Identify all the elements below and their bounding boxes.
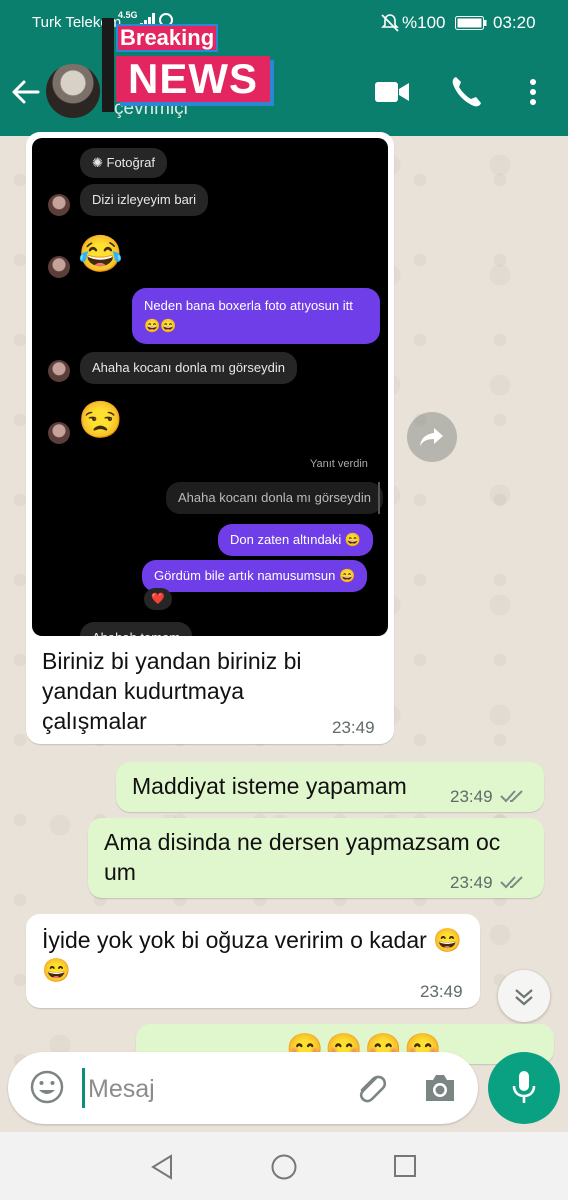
chat-bubble-out: Neden bana boxerla foto atıyosun itt 😄😄 — [132, 288, 380, 344]
microphone-icon — [512, 1071, 536, 1103]
avatar — [48, 256, 70, 278]
message-input[interactable] — [86, 1070, 350, 1108]
contact-avatar[interactable] — [46, 64, 100, 118]
back-arrow-icon[interactable] — [10, 78, 40, 106]
photo-label: Fotoğraf — [106, 155, 155, 170]
more-options-icon[interactable] — [524, 76, 542, 108]
photo-icon: ✺ — [92, 155, 107, 170]
message-time: 23:49 — [450, 787, 493, 806]
emoji-laughing: 😂 — [78, 233, 123, 274]
battery-icon — [455, 16, 487, 30]
status-bar: Turk Telekom 4.5G %100 03:20 — [0, 0, 568, 48]
video-call-icon[interactable] — [374, 78, 410, 106]
chat-bubble-out: Gördüm bile artık namusumsun 😄 — [142, 560, 368, 592]
avatar — [48, 422, 70, 444]
message-time: 23:49 — [450, 873, 493, 892]
status-clock: 03:20 — [493, 13, 536, 32]
heart-reaction: ❤️ — [144, 588, 172, 610]
chat-bubble-in: Ahaha kocanı donla mı görseydin — [80, 352, 297, 384]
chat-bubble-emoji: 😄😄 — [144, 318, 177, 333]
notifications-off-icon — [381, 14, 399, 32]
message-text: İyide yok yok bi oğuza veririm o kadar 😄… — [42, 927, 462, 983]
attach-icon[interactable] — [354, 1070, 388, 1106]
battery-percent: %100 — [402, 13, 446, 32]
message-text: Biriniz bi yandan biriniz bi yandan kudu… — [42, 648, 302, 734]
chat-bubble-in: Ahahah tamam — [80, 622, 193, 636]
overlay-news-label: NEWS — [116, 56, 270, 102]
scroll-to-bottom-button[interactable] — [498, 970, 550, 1022]
message-composer — [8, 1052, 478, 1124]
emoji-icon[interactable] — [30, 1070, 64, 1104]
forward-icon — [420, 428, 443, 446]
voice-call-icon[interactable] — [450, 75, 482, 109]
message-time: 23:49 — [420, 982, 463, 1001]
emoji-unamused: 😒 — [78, 399, 123, 440]
double-chevron-down-icon — [515, 989, 533, 1006]
overlay-breaking-label: Breaking — [116, 24, 219, 52]
nav-home-icon[interactable] — [270, 1153, 298, 1181]
message-bubble-outgoing[interactable]: Maddiyat isteme yapamam 23:49 — [116, 762, 544, 812]
overlay-bar — [102, 18, 114, 112]
forward-button[interactable] — [407, 412, 457, 462]
shared-screenshot-image[interactable]: ✺ Fotoğraf Dizi izleyeyim bari 😂 Neden b… — [32, 138, 388, 636]
nav-back-icon[interactable] — [150, 1154, 174, 1180]
quoted-message: Ahaha kocanı donla mı görseydin — [166, 482, 383, 514]
message-time: 23:49 — [332, 718, 375, 737]
quote-divider — [378, 482, 380, 514]
voice-message-button[interactable] — [488, 1052, 560, 1124]
text-cursor — [82, 1068, 85, 1108]
system-navigation-bar — [0, 1132, 568, 1200]
message-bubble-outgoing[interactable]: Ama disinda ne dersen yapmazsam oc um 23… — [88, 818, 544, 898]
app-header: Turk Telekom 4.5G %100 03:20 çevrimiçi B… — [0, 0, 568, 136]
read-ticks-icon — [500, 790, 523, 803]
chat-bubble-in: Dizi izleyeyim bari — [80, 184, 209, 216]
read-ticks-icon — [500, 876, 523, 889]
chat-bubble-out: Don zaten altındaki 😄 — [218, 524, 374, 556]
message-text: Maddiyat isteme yapamam — [132, 773, 407, 799]
message-bubble-incoming[interactable]: İyide yok yok bi oğuza veririm o kadar 😄… — [26, 914, 480, 1008]
photo-label-bubble: ✺ Fotoğraf — [80, 148, 167, 178]
breaking-news-overlay: Breaking NEWS — [102, 18, 276, 112]
avatar — [48, 194, 70, 216]
avatar — [48, 360, 70, 382]
camera-icon[interactable] — [422, 1072, 458, 1104]
reply-label: Yanıt verdin — [310, 458, 368, 470]
nav-recents-icon[interactable] — [393, 1154, 417, 1178]
chat-bubble-text: Neden bana boxerla foto atıyosun itt — [144, 298, 353, 313]
